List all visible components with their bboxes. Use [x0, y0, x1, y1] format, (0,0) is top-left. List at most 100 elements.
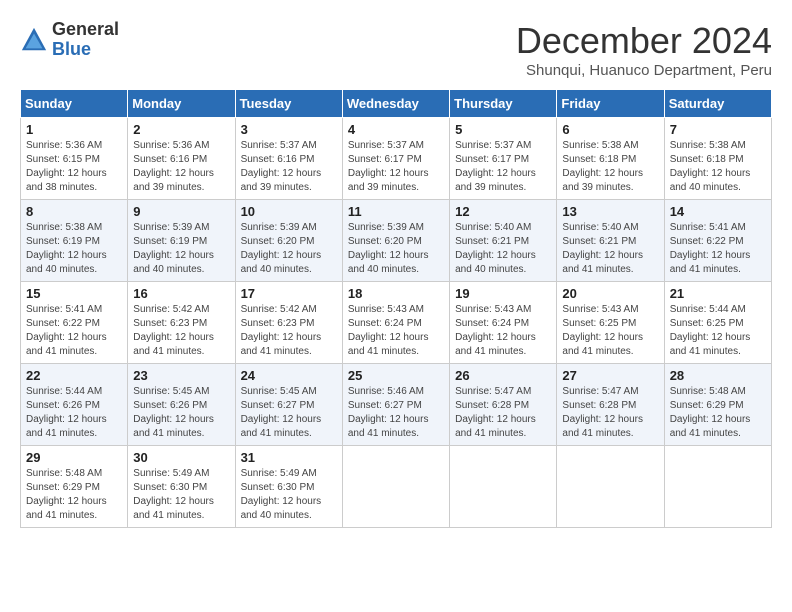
calendar-day-cell: 6 Sunrise: 5:38 AMSunset: 6:18 PMDayligh…: [557, 118, 664, 200]
calendar-day-cell: 9 Sunrise: 5:39 AMSunset: 6:19 PMDayligh…: [128, 200, 235, 282]
day-info: Sunrise: 5:44 AMSunset: 6:26 PMDaylight:…: [26, 386, 107, 439]
day-info: Sunrise: 5:40 AMSunset: 6:21 PMDaylight:…: [455, 222, 536, 275]
calendar-day-cell: 12 Sunrise: 5:40 AMSunset: 6:21 PMDaylig…: [450, 200, 557, 282]
calendar-day-cell: 26 Sunrise: 5:47 AMSunset: 6:28 PMDaylig…: [450, 364, 557, 446]
day-number: 5: [455, 122, 551, 137]
day-number: 25: [348, 368, 444, 383]
day-info: Sunrise: 5:45 AMSunset: 6:27 PMDaylight:…: [241, 386, 322, 439]
subtitle: Shunqui, Huanuco Department, Peru: [516, 62, 772, 79]
calendar-day-cell: 30 Sunrise: 5:49 AMSunset: 6:30 PMDaylig…: [128, 446, 235, 528]
day-number: 17: [241, 286, 337, 301]
day-info: Sunrise: 5:48 AMSunset: 6:29 PMDaylight:…: [670, 386, 751, 439]
day-info: Sunrise: 5:37 AMSunset: 6:17 PMDaylight:…: [348, 140, 429, 193]
weekday-header: Thursday: [450, 90, 557, 118]
day-number: 18: [348, 286, 444, 301]
day-number: 15: [26, 286, 122, 301]
day-info: Sunrise: 5:38 AMSunset: 6:18 PMDaylight:…: [670, 140, 751, 193]
day-number: 2: [133, 122, 229, 137]
day-number: 10: [241, 204, 337, 219]
calendar-day-cell: [342, 446, 449, 528]
day-info: Sunrise: 5:36 AMSunset: 6:15 PMDaylight:…: [26, 140, 107, 193]
day-number: 12: [455, 204, 551, 219]
calendar-day-cell: 1 Sunrise: 5:36 AMSunset: 6:15 PMDayligh…: [21, 118, 128, 200]
day-info: Sunrise: 5:39 AMSunset: 6:20 PMDaylight:…: [241, 222, 322, 275]
calendar-day-cell: 17 Sunrise: 5:42 AMSunset: 6:23 PMDaylig…: [235, 282, 342, 364]
calendar-day-cell: [450, 446, 557, 528]
calendar-day-cell: 25 Sunrise: 5:46 AMSunset: 6:27 PMDaylig…: [342, 364, 449, 446]
day-number: 19: [455, 286, 551, 301]
calendar-week-row: 15 Sunrise: 5:41 AMSunset: 6:22 PMDaylig…: [21, 282, 772, 364]
calendar-day-cell: 27 Sunrise: 5:47 AMSunset: 6:28 PMDaylig…: [557, 364, 664, 446]
day-number: 30: [133, 450, 229, 465]
calendar-day-cell: [557, 446, 664, 528]
day-number: 13: [562, 204, 658, 219]
day-info: Sunrise: 5:38 AMSunset: 6:18 PMDaylight:…: [562, 140, 643, 193]
day-info: Sunrise: 5:48 AMSunset: 6:29 PMDaylight:…: [26, 468, 107, 521]
calendar-day-cell: 7 Sunrise: 5:38 AMSunset: 6:18 PMDayligh…: [664, 118, 771, 200]
day-info: Sunrise: 5:36 AMSunset: 6:16 PMDaylight:…: [133, 140, 214, 193]
day-info: Sunrise: 5:38 AMSunset: 6:19 PMDaylight:…: [26, 222, 107, 275]
day-info: Sunrise: 5:42 AMSunset: 6:23 PMDaylight:…: [241, 304, 322, 357]
calendar-day-cell: 13 Sunrise: 5:40 AMSunset: 6:21 PMDaylig…: [557, 200, 664, 282]
day-number: 27: [562, 368, 658, 383]
day-number: 23: [133, 368, 229, 383]
weekday-header: Monday: [128, 90, 235, 118]
day-number: 29: [26, 450, 122, 465]
logo-icon: [20, 26, 48, 54]
day-number: 9: [133, 204, 229, 219]
day-info: Sunrise: 5:49 AMSunset: 6:30 PMDaylight:…: [133, 468, 214, 521]
calendar-day-cell: 15 Sunrise: 5:41 AMSunset: 6:22 PMDaylig…: [21, 282, 128, 364]
calendar-table: SundayMondayTuesdayWednesdayThursdayFrid…: [20, 89, 772, 528]
title-area: December 2024 Shunqui, Huanuco Departmen…: [516, 20, 772, 79]
calendar-day-cell: [664, 446, 771, 528]
day-info: Sunrise: 5:45 AMSunset: 6:26 PMDaylight:…: [133, 386, 214, 439]
calendar-day-cell: 3 Sunrise: 5:37 AMSunset: 6:16 PMDayligh…: [235, 118, 342, 200]
day-number: 7: [670, 122, 766, 137]
day-info: Sunrise: 5:43 AMSunset: 6:24 PMDaylight:…: [455, 304, 536, 357]
day-number: 6: [562, 122, 658, 137]
day-number: 21: [670, 286, 766, 301]
day-number: 1: [26, 122, 122, 137]
day-number: 8: [26, 204, 122, 219]
calendar-day-cell: 21 Sunrise: 5:44 AMSunset: 6:25 PMDaylig…: [664, 282, 771, 364]
calendar-day-cell: 11 Sunrise: 5:39 AMSunset: 6:20 PMDaylig…: [342, 200, 449, 282]
page-header: General Blue December 2024 Shunqui, Huan…: [20, 20, 772, 79]
calendar-day-cell: 28 Sunrise: 5:48 AMSunset: 6:29 PMDaylig…: [664, 364, 771, 446]
calendar-week-row: 22 Sunrise: 5:44 AMSunset: 6:26 PMDaylig…: [21, 364, 772, 446]
weekday-header: Tuesday: [235, 90, 342, 118]
calendar-day-cell: 22 Sunrise: 5:44 AMSunset: 6:26 PMDaylig…: [21, 364, 128, 446]
day-info: Sunrise: 5:41 AMSunset: 6:22 PMDaylight:…: [26, 304, 107, 357]
month-title: December 2024: [516, 20, 772, 62]
calendar-day-cell: 2 Sunrise: 5:36 AMSunset: 6:16 PMDayligh…: [128, 118, 235, 200]
weekday-header: Saturday: [664, 90, 771, 118]
day-info: Sunrise: 5:44 AMSunset: 6:25 PMDaylight:…: [670, 304, 751, 357]
day-number: 16: [133, 286, 229, 301]
day-info: Sunrise: 5:40 AMSunset: 6:21 PMDaylight:…: [562, 222, 643, 275]
day-info: Sunrise: 5:37 AMSunset: 6:17 PMDaylight:…: [455, 140, 536, 193]
day-info: Sunrise: 5:37 AMSunset: 6:16 PMDaylight:…: [241, 140, 322, 193]
day-number: 11: [348, 204, 444, 219]
day-number: 31: [241, 450, 337, 465]
day-info: Sunrise: 5:43 AMSunset: 6:25 PMDaylight:…: [562, 304, 643, 357]
day-number: 4: [348, 122, 444, 137]
calendar-week-row: 29 Sunrise: 5:48 AMSunset: 6:29 PMDaylig…: [21, 446, 772, 528]
weekday-header: Friday: [557, 90, 664, 118]
weekday-header-row: SundayMondayTuesdayWednesdayThursdayFrid…: [21, 90, 772, 118]
day-number: 20: [562, 286, 658, 301]
day-info: Sunrise: 5:47 AMSunset: 6:28 PMDaylight:…: [455, 386, 536, 439]
day-info: Sunrise: 5:39 AMSunset: 6:19 PMDaylight:…: [133, 222, 214, 275]
logo: General Blue: [20, 20, 119, 60]
day-info: Sunrise: 5:46 AMSunset: 6:27 PMDaylight:…: [348, 386, 429, 439]
day-info: Sunrise: 5:43 AMSunset: 6:24 PMDaylight:…: [348, 304, 429, 357]
weekday-header: Wednesday: [342, 90, 449, 118]
calendar-day-cell: 24 Sunrise: 5:45 AMSunset: 6:27 PMDaylig…: [235, 364, 342, 446]
weekday-header: Sunday: [21, 90, 128, 118]
day-number: 26: [455, 368, 551, 383]
calendar-day-cell: 16 Sunrise: 5:42 AMSunset: 6:23 PMDaylig…: [128, 282, 235, 364]
calendar-day-cell: 8 Sunrise: 5:38 AMSunset: 6:19 PMDayligh…: [21, 200, 128, 282]
calendar-day-cell: 10 Sunrise: 5:39 AMSunset: 6:20 PMDaylig…: [235, 200, 342, 282]
day-info: Sunrise: 5:39 AMSunset: 6:20 PMDaylight:…: [348, 222, 429, 275]
calendar-day-cell: 29 Sunrise: 5:48 AMSunset: 6:29 PMDaylig…: [21, 446, 128, 528]
day-info: Sunrise: 5:41 AMSunset: 6:22 PMDaylight:…: [670, 222, 751, 275]
calendar-day-cell: 4 Sunrise: 5:37 AMSunset: 6:17 PMDayligh…: [342, 118, 449, 200]
